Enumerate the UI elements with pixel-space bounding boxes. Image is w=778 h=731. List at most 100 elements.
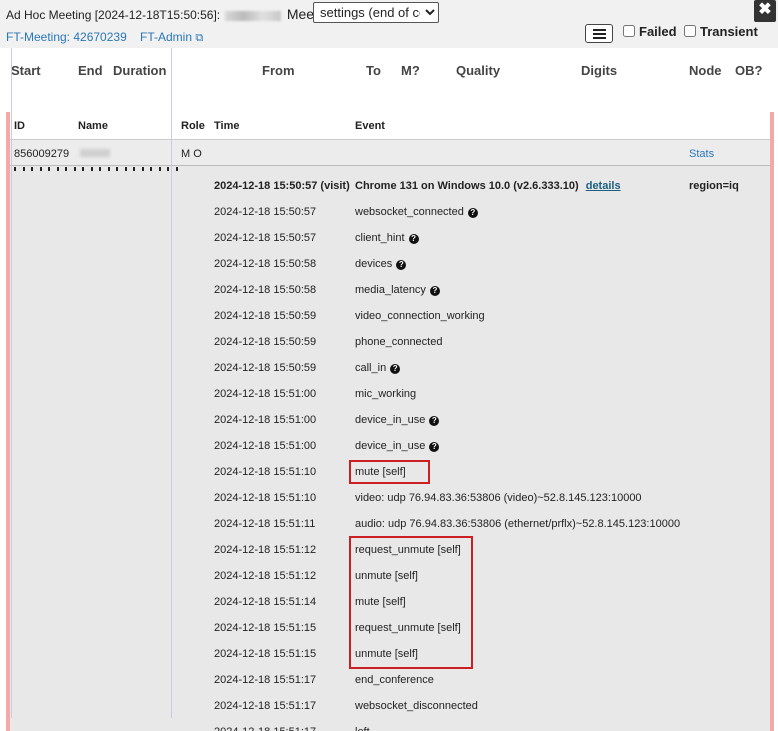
event-name: devices	[355, 258, 393, 270]
event-name-cell: video_connection_working	[355, 310, 485, 322]
event-name: phone_connected	[355, 336, 443, 348]
highlight-box-unmute-sequence	[349, 536, 473, 669]
participant-table-header: ID Name Role Time Event	[10, 112, 770, 140]
col-node[interactable]: Node	[689, 63, 722, 78]
close-button[interactable]: ✖	[754, 0, 776, 22]
participant-id: 856009279	[14, 148, 70, 160]
help-icon[interactable]: ?	[390, 364, 401, 374]
event-time: 2024-12-18 15:51:15	[214, 622, 317, 634]
col-from[interactable]: From	[262, 63, 295, 78]
header-event: Event	[355, 120, 385, 132]
transient-checkbox[interactable]: Transient	[684, 24, 758, 39]
help-icon[interactable]: ?	[408, 234, 419, 244]
event-time: 2024-12-18 15:51:10	[214, 466, 317, 478]
event-time: 2024-12-18 15:51:10	[214, 492, 317, 504]
redacted-participant-name	[80, 149, 110, 157]
participant-name	[80, 148, 110, 160]
event-row: 2024-12-18 15:51:00 device_in_use?	[10, 432, 770, 458]
col-to[interactable]: To	[366, 63, 381, 78]
event-name: mic_working	[355, 388, 417, 400]
help-icon[interactable]: ?	[467, 208, 478, 218]
external-link-icon: ⧉	[195, 32, 204, 44]
event-row: 2024-12-18 15:51:17 websocket_disconnecte…	[10, 692, 770, 718]
participant-panel: ID Name Role Time Event 856009279 M O St…	[6, 112, 774, 731]
page-title: Ad Hoc Meeting [2024-12-18T15:50:56]: Me…	[6, 6, 337, 22]
header-name: Name	[78, 120, 108, 132]
settings-select[interactable]: settings (end of cc	[313, 2, 439, 23]
event-name: end_conference	[355, 674, 434, 686]
col-end[interactable]: End	[78, 63, 103, 78]
visit-time: 2024-12-18 15:50:57 (visit)	[214, 180, 350, 192]
event-name-cell: end_conference	[355, 674, 434, 686]
event-name: video_connection_working	[355, 310, 485, 322]
event-row: 2024-12-18 15:50:57 websocket_connected?	[10, 198, 770, 224]
list-view-button[interactable]	[585, 24, 613, 43]
list-icon-line	[593, 33, 606, 35]
details-link[interactable]: details	[586, 180, 621, 192]
visit-row: 2024-12-18 15:50:57 (visit) Chrome 131 o…	[10, 172, 770, 198]
event-name: device_in_use	[355, 414, 426, 426]
event-time: 2024-12-18 15:50:59	[214, 362, 317, 374]
event-time: 2024-12-18 15:50:58	[214, 258, 317, 270]
event-time: 2024-12-18 15:51:12	[214, 544, 317, 556]
failed-checkbox[interactable]: Failed	[623, 24, 677, 39]
event-name-cell: client_hint?	[355, 232, 419, 244]
visit-browser: Chrome 131 on Windows 10.0 (v2.6.333.10)	[355, 180, 579, 192]
event-row: 2024-12-18 15:51:17 left	[10, 718, 770, 731]
col-ob[interactable]: OB?	[735, 63, 762, 78]
event-name: call_in	[355, 362, 387, 374]
event-name: audio: udp 76.94.83.36:53806 (ethernet/p…	[355, 518, 681, 530]
col-m[interactable]: M?	[401, 63, 420, 78]
participant-row[interactable]: 856009279 M O Stats	[10, 140, 770, 166]
failed-label: Failed	[639, 24, 677, 39]
event-name-cell: websocket_disconnected	[355, 700, 478, 712]
event-time: 2024-12-18 15:50:59	[214, 336, 317, 348]
help-icon[interactable]: ?	[396, 260, 407, 270]
event-time: 2024-12-18 15:50:57	[214, 232, 317, 244]
title-prefix: Ad Hoc Meeting [2024-12-18T15:50:56]:	[6, 8, 221, 22]
event-time: 2024-12-18 15:51:17	[214, 700, 317, 712]
event-name-cell: left	[355, 726, 370, 731]
event-row: 2024-12-18 15:51:00 device_in_use?	[10, 406, 770, 432]
help-icon[interactable]: ?	[429, 286, 440, 296]
event-time: 2024-12-18 15:50:58	[214, 284, 317, 296]
event-row: 2024-12-18 15:50:58 media_latency?	[10, 276, 770, 302]
col-duration[interactable]: Duration	[113, 63, 166, 78]
event-row: 2024-12-18 15:51:10 video: udp 76.94.83.3…	[10, 484, 770, 510]
ft-meeting-link[interactable]: FT-Meeting: 42670239	[6, 30, 127, 44]
event-time: 2024-12-18 15:51:14	[214, 596, 317, 608]
header-id: ID	[14, 120, 25, 132]
event-name: websocket_connected	[355, 206, 464, 218]
col-start[interactable]: Start	[11, 63, 41, 78]
transient-checkbox-input[interactable]	[684, 25, 696, 37]
participant-role: M O	[181, 148, 202, 160]
event-name: left	[355, 726, 370, 731]
event-name-cell: audio: udp 76.94.83.36:53806 (ethernet/p…	[355, 518, 680, 530]
ft-admin-link[interactable]: FT-Admin ⧉	[140, 30, 203, 45]
col-digits[interactable]: Digits	[581, 63, 617, 78]
stats-link[interactable]: Stats	[689, 148, 714, 160]
col-quality[interactable]: Quality	[456, 63, 500, 78]
help-icon[interactable]: ?	[429, 416, 440, 426]
event-name: media_latency	[355, 284, 426, 296]
help-icon[interactable]: ?	[429, 442, 440, 452]
event-time: 2024-12-18 15:51:11	[214, 518, 316, 530]
column-guide	[171, 48, 172, 718]
event-time: 2024-12-18 15:51:00	[214, 414, 317, 426]
close-icon: ✖	[758, 1, 772, 18]
list-icon-line	[593, 37, 606, 39]
header-bar: Ad Hoc Meeting [2024-12-18T15:50:56]: Me…	[0, 0, 778, 48]
event-name-cell: phone_connected	[355, 336, 442, 348]
event-row: 2024-12-18 15:50:57 client_hint?	[10, 224, 770, 250]
failed-checkbox-input[interactable]	[623, 25, 635, 37]
event-row: 2024-12-18 15:50:59 video_connection_work…	[10, 302, 770, 328]
redacted-name	[225, 10, 282, 21]
event-row: 2024-12-18 15:50:59 phone_connected	[10, 328, 770, 354]
event-name-cell: device_in_use?	[355, 414, 440, 426]
timeline-bar	[14, 167, 178, 171]
event-name: websocket_disconnected	[355, 700, 478, 712]
ft-admin-label: FT-Admin	[140, 30, 193, 44]
event-row: 2024-12-18 15:50:58 devices?	[10, 250, 770, 276]
event-row: 2024-12-18 15:50:59 call_in?	[10, 354, 770, 380]
event-name-cell: devices?	[355, 258, 407, 270]
